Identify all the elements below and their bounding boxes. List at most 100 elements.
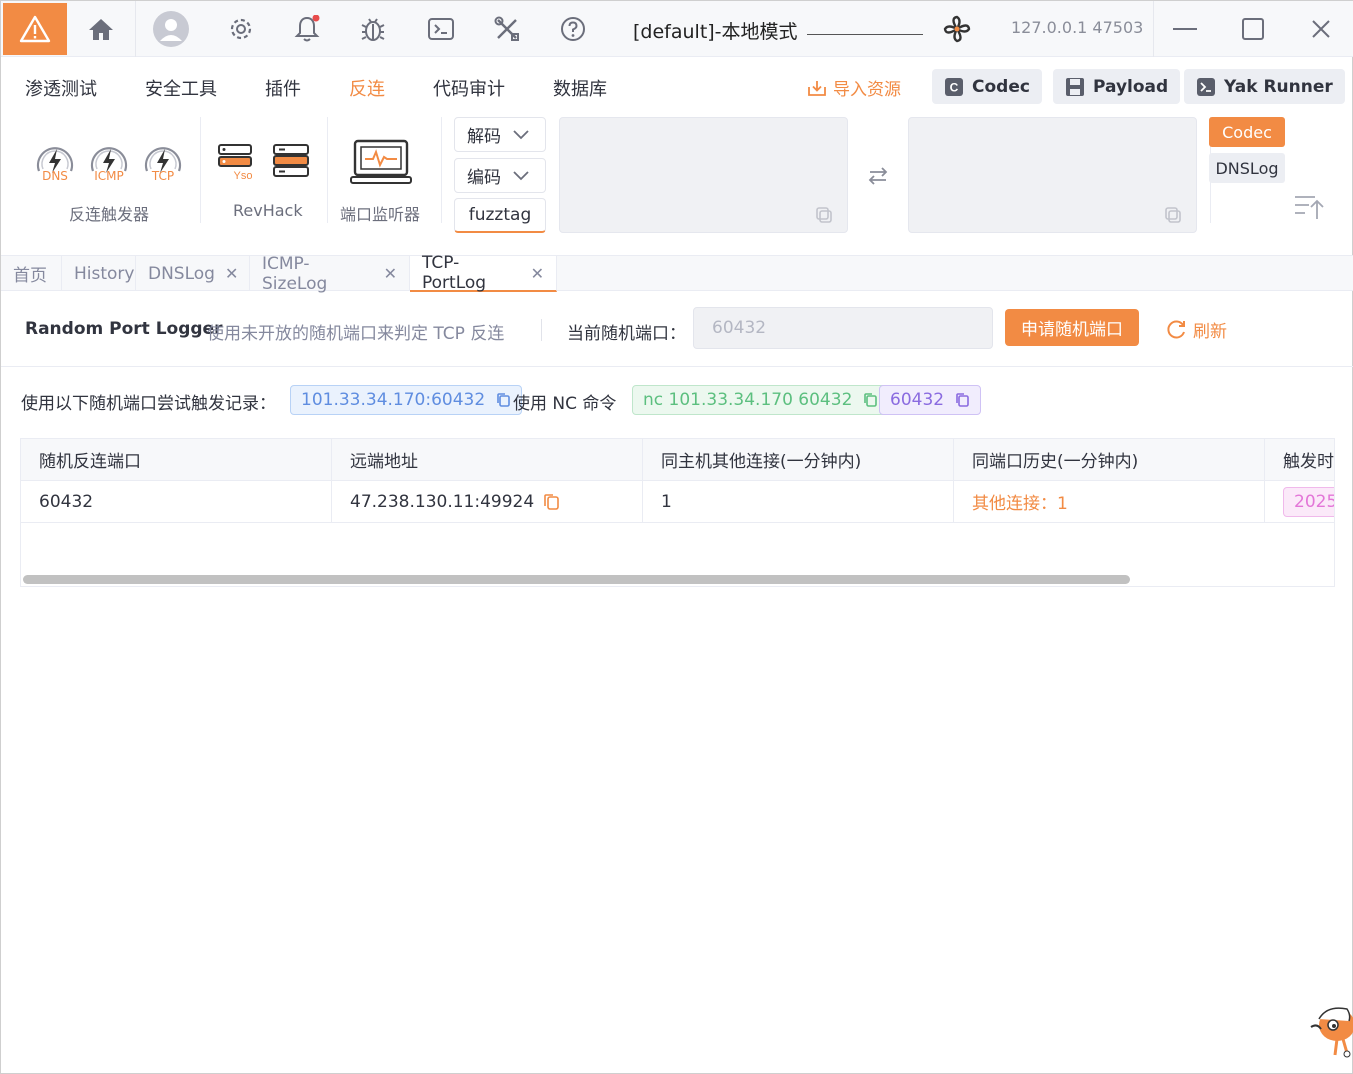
mascot-icon[interactable]: [1307, 997, 1353, 1063]
menu-item-security-tools[interactable]: 安全工具: [145, 75, 217, 101]
yso-server-icon[interactable]: Yso: [217, 141, 257, 182]
title-bar: [default]-本地模式 127.0.0.1 47503: [1, 1, 1353, 57]
cell-same-host: 1: [643, 481, 954, 523]
terminal-icon: [1197, 77, 1215, 96]
engine-status-icon[interactable]: [937, 9, 977, 49]
tab-icmp-sizelog[interactable]: ICMP-SizeLog ✕: [250, 253, 410, 294]
revhack-group-label: RevHack: [233, 201, 303, 220]
refresh-button[interactable]: 刷新: [1165, 317, 1227, 342]
reverse-trigger-group-label: 反连触发器: [69, 205, 150, 224]
tab-dnslog[interactable]: DNSLog ✕: [136, 256, 250, 291]
menu-item-pentest[interactable]: 渗透测试: [25, 75, 97, 101]
codec-input-box[interactable]: [559, 117, 848, 233]
menu-item-reverse[interactable]: 反连: [349, 75, 385, 101]
yak-runner-button[interactable]: Yak Runner: [1184, 69, 1345, 104]
column-header-remote[interactable]: 远端地址: [332, 439, 643, 481]
column-header-port[interactable]: 随机反连端口: [21, 439, 332, 481]
import-resources-link[interactable]: 导入资源: [807, 75, 901, 100]
column-header-same-host[interactable]: 同主机其他连接(一分钟内): [643, 439, 954, 481]
chevron-down-icon: [513, 170, 529, 180]
minimize-icon[interactable]: [1165, 9, 1205, 49]
column-header-trigger-time[interactable]: 触发时: [1265, 439, 1334, 481]
menu-item-plugins[interactable]: 插件: [265, 75, 301, 101]
scrollbar-thumb[interactable]: [23, 575, 1130, 584]
tab-history[interactable]: History: [62, 256, 136, 291]
current-port-label: 当前随机端口：: [567, 324, 686, 344]
svg-text:C: C: [950, 80, 959, 94]
side-tab-codec[interactable]: Codec: [1209, 117, 1285, 147]
port-logger-header: Random Port Logger 使用未开放的随机端口来判定 TCP 反连 …: [1, 291, 1353, 367]
close-icon[interactable]: [1301, 9, 1341, 49]
codec-button[interactable]: C Codec: [932, 69, 1042, 104]
codec-button-label: Codec: [972, 76, 1030, 97]
menu-item-code-audit[interactable]: 代码审计: [433, 75, 505, 101]
swap-icon[interactable]: [867, 163, 889, 189]
home-icon[interactable]: [81, 9, 121, 49]
maximize-icon[interactable]: [1233, 9, 1273, 49]
yso-label: Yso: [234, 170, 253, 181]
icmp-label: ICMP: [94, 169, 124, 183]
tab-label: DNSLog: [148, 263, 215, 284]
copy-icon[interactable]: [542, 493, 560, 511]
column-header-history[interactable]: 同端口历史(一分钟内): [954, 439, 1265, 481]
copy-icon[interactable]: [862, 392, 878, 408]
server-icon[interactable]: [271, 141, 311, 181]
payload-button-label: Payload: [1093, 76, 1169, 97]
logger-description: 使用未开放的随机端口来判定 TCP 反连: [207, 324, 505, 344]
apply-random-port-button[interactable]: 申请随机端口: [1005, 309, 1139, 346]
close-tab-icon[interactable]: ✕: [225, 264, 238, 283]
bug-icon[interactable]: [353, 9, 393, 49]
current-port-field[interactable]: 60432: [693, 307, 993, 349]
copy-icon[interactable]: [1164, 206, 1182, 224]
tab-label: ICMP-SizeLog: [262, 253, 328, 294]
close-tab-icon[interactable]: ✕: [384, 264, 397, 283]
tab-bar: 首页 History DNSLog ✕ ICMP-SizeLog ✕ TCP-Por…: [1, 253, 1353, 294]
help-icon[interactable]: [553, 9, 593, 49]
refresh-icon: [1167, 320, 1185, 338]
payload-button[interactable]: Payload: [1053, 69, 1181, 104]
yak-runner-button-label: Yak Runner: [1224, 76, 1333, 97]
connection-table: 随机反连端口 远端地址 同主机其他连接(一分钟内) 同端口历史(一分钟内) 触发…: [20, 438, 1335, 587]
copy-icon[interactable]: [495, 392, 511, 408]
tab-tcp-portlog[interactable]: TCP-PortLog ✕: [410, 253, 557, 293]
warning-button[interactable]: [3, 3, 67, 55]
codec-output-box[interactable]: [908, 117, 1197, 233]
dns-label: DNS: [42, 169, 68, 183]
collapse-toolbar-icon[interactable]: [1293, 193, 1325, 221]
cell-history[interactable]: 其他连接：1: [954, 481, 1265, 523]
side-tab-dnslog[interactable]: DNSLog: [1209, 153, 1285, 183]
nc-command-pill[interactable]: nc 101.33.34.170 60432: [632, 385, 890, 415]
copy-icon[interactable]: [954, 392, 970, 408]
cell-remote: 47.238.130.11:49924: [332, 481, 643, 523]
fuzztag-button[interactable]: fuzztag: [454, 198, 546, 233]
cell-port: 60432: [21, 481, 332, 523]
decode-select[interactable]: 解码: [454, 117, 546, 152]
refresh-label: 刷新: [1193, 322, 1227, 342]
trigger-time-tag: 2025-: [1283, 487, 1334, 517]
port-pill[interactable]: 60432: [879, 385, 982, 415]
horizontal-scrollbar[interactable]: [21, 573, 1334, 585]
app-window: [default]-本地模式 127.0.0.1 47503 渗透测试 安全工具…: [0, 0, 1353, 1074]
codec-icon: C: [945, 77, 963, 96]
encode-select[interactable]: 编码: [454, 158, 546, 193]
tcp-label: TCP: [151, 169, 175, 183]
tab-home[interactable]: 首页: [1, 256, 62, 291]
address-pill[interactable]: 101.33.34.170:60432: [290, 385, 523, 415]
copy-icon[interactable]: [815, 206, 833, 224]
tools-icon[interactable]: [487, 9, 527, 49]
avatar-icon[interactable]: [151, 9, 191, 49]
tab-label: History: [74, 263, 135, 284]
menu-item-database[interactable]: 数据库: [553, 75, 607, 101]
tab-label: TCP-PortLog: [422, 253, 487, 293]
port-listener-icon[interactable]: [349, 137, 413, 187]
terminal-icon[interactable]: [421, 9, 461, 49]
close-tab-icon[interactable]: ✕: [531, 264, 544, 283]
save-icon: [1066, 77, 1084, 96]
encode-label: 编码: [467, 168, 501, 188]
bell-icon[interactable]: [287, 9, 327, 49]
decode-label: 解码: [467, 127, 501, 147]
trigger-hint-label: 使用以下随机端口尝试触发记录：: [21, 394, 276, 414]
chevron-down-icon: [513, 129, 529, 139]
gear-icon[interactable]: [221, 9, 261, 49]
title-underline: [807, 34, 923, 35]
